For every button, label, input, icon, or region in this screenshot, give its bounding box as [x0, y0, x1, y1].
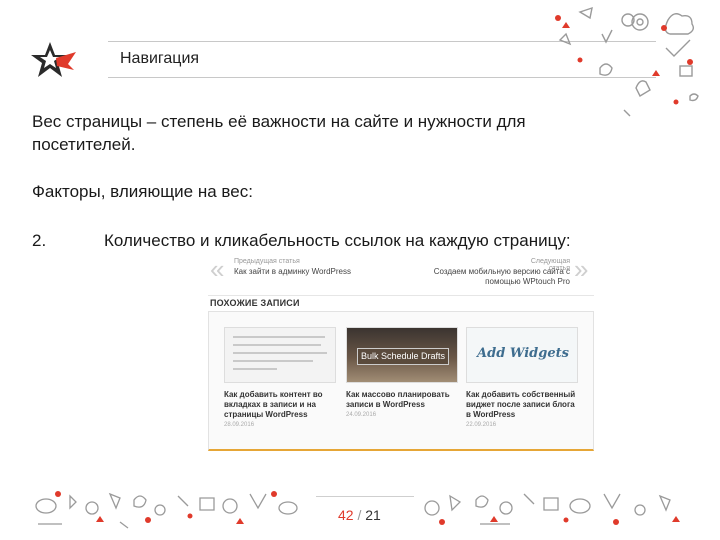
related-thumb-2[interactable]: Bulk Schedule Drafts: [346, 327, 458, 383]
page-title: Навигация: [120, 50, 200, 67]
thumb-3-caption: Add Widgets: [477, 346, 569, 361]
thumb-2-caption: Bulk Schedule Drafts: [357, 348, 449, 365]
related-post-2-date: 24.09.2016: [346, 412, 377, 418]
page-counter: 42 / 21: [338, 507, 381, 523]
next-arrow-icon[interactable]: »: [574, 256, 588, 282]
list-item-number: 2.: [32, 231, 47, 250]
related-thumb-1[interactable]: [224, 327, 336, 383]
related-post-3-title[interactable]: Как добавить собственный виджет после за…: [466, 390, 578, 420]
prev-post-link[interactable]: Как зайти в админку WordPress: [234, 267, 351, 277]
related-posts-heading: ПОХОЖИЕ ЗАПИСИ: [210, 298, 300, 308]
footer-divider: [316, 496, 414, 497]
related-post-1[interactable]: Как добавить контент во вкладках в запис…: [224, 390, 336, 430]
related-post-1-date: 28.09.2016: [224, 422, 255, 428]
logo-star-icon: [31, 42, 76, 77]
decorative-doodles-bottom-right: [424, 493, 680, 525]
prev-post-label: Предыдущая статья: [234, 258, 300, 265]
intro-paragraph: Вес страницы – степень её важности на са…: [32, 112, 526, 154]
next-post-link[interactable]: Создаем мобильную версию сайта с помощью…: [428, 267, 570, 287]
decorative-doodles-bottom-left: [35, 491, 298, 529]
prev-arrow-icon[interactable]: «: [210, 256, 224, 282]
related-post-1-title[interactable]: Как добавить контент во вкладках в запис…: [224, 390, 336, 420]
related-post-3-date: 22.09.2016: [466, 422, 497, 428]
list-item-text: Количество и кликабельность ссылок на ка…: [104, 231, 571, 250]
embedded-screenshot: « Предыдущая статья Как зайти в админку …: [208, 255, 594, 451]
related-post-2-title[interactable]: Как массово планировать записи в WordPre…: [346, 390, 458, 410]
related-post-3[interactable]: Как добавить собственный виджет после за…: [466, 390, 578, 430]
page-separator: /: [357, 507, 362, 523]
current-page-number: 42: [338, 507, 354, 523]
factors-heading: Факторы, влияющие на вес:: [32, 182, 253, 201]
total-pages: 21: [365, 507, 381, 523]
related-thumb-3[interactable]: Add Widgets: [466, 327, 578, 383]
related-post-2[interactable]: Как массово планировать записи в WordPre…: [346, 390, 458, 420]
